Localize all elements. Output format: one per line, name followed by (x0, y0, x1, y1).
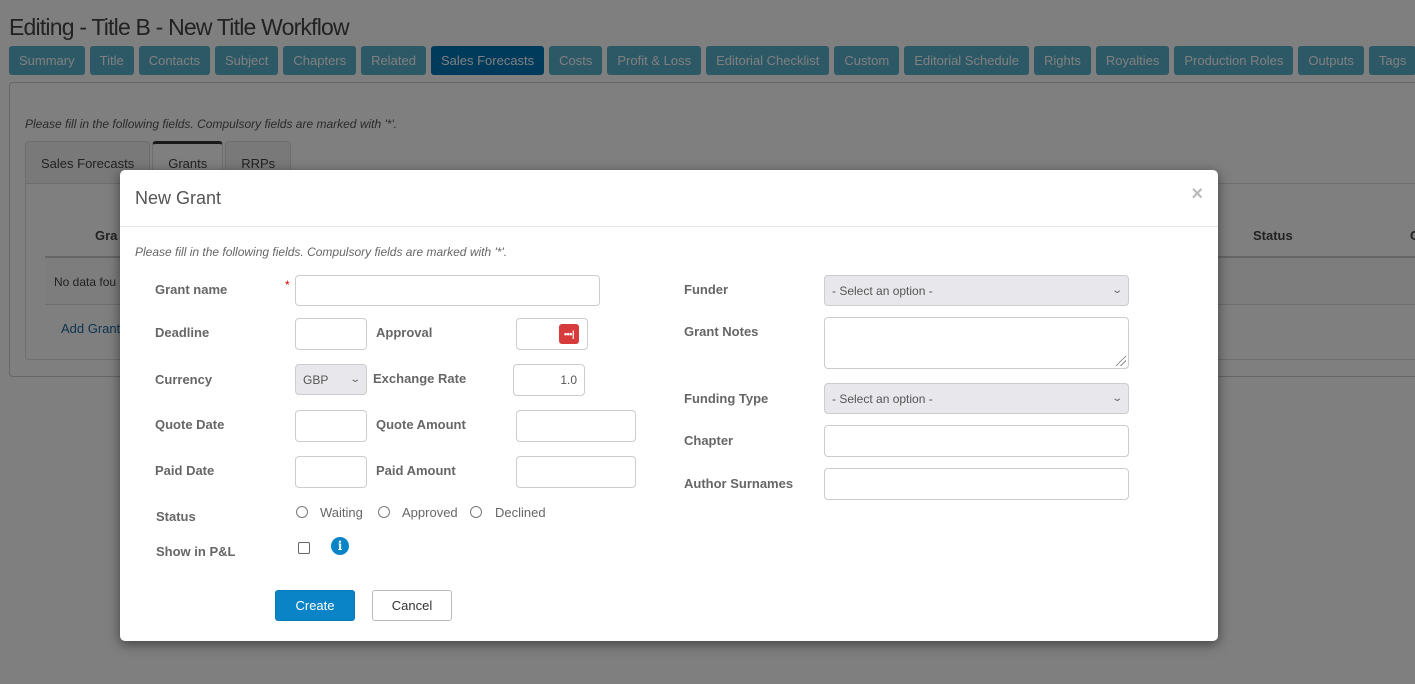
chevron-down-icon: ⌄ (348, 374, 361, 385)
modal-header: New Grant × (120, 170, 1218, 227)
create-button[interactable]: Create (275, 590, 355, 621)
paid-amount-label: Paid Amount (376, 463, 456, 478)
quote-amount-label: Quote Amount (376, 417, 466, 432)
info-icon[interactable]: i (331, 537, 349, 555)
show-in-pl-checkbox[interactable] (298, 542, 310, 554)
quote-date-label: Quote Date (155, 417, 225, 432)
grant-notes-textarea[interactable] (824, 317, 1129, 369)
paid-date-input[interactable] (295, 456, 367, 488)
status-waiting-label[interactable]: Waiting (320, 505, 363, 520)
modal-instructions: Please fill in the following fields. Com… (135, 245, 508, 259)
chevron-down-icon: ⌄ (1110, 285, 1123, 296)
deadline-label: Deadline (155, 325, 210, 340)
quote-amount-input[interactable] (516, 410, 636, 442)
currency-value: GBP (303, 372, 329, 387)
cancel-button[interactable]: Cancel (372, 590, 452, 621)
author-surnames-label: Author Surnames (684, 476, 794, 491)
status-approved-label[interactable]: Approved (402, 505, 458, 520)
new-grant-modal: New Grant × Please fill in the following… (120, 170, 1218, 641)
exchange-rate-label: Exchange Rate (373, 371, 467, 386)
chapter-input[interactable] (824, 425, 1129, 457)
funder-label: Funder (684, 282, 729, 297)
chapter-label: Chapter (684, 433, 734, 448)
paid-date-label: Paid Date (155, 463, 215, 478)
quote-date-input[interactable] (295, 410, 367, 442)
funding-type-value: - Select an option - (832, 391, 933, 406)
deadline-input[interactable] (295, 318, 367, 350)
currency-select[interactable]: GBP ⌄ (295, 364, 367, 395)
grant-notes-label: Grant Notes (684, 324, 759, 339)
resize-grip-icon[interactable] (1116, 356, 1126, 366)
approval-input[interactable]: •••| (516, 318, 588, 350)
close-icon[interactable]: × (1191, 184, 1203, 204)
grant-name-label: Grant name (155, 282, 228, 297)
show-in-pl-label: Show in P&L (156, 544, 236, 559)
funding-type-label: Funding Type (684, 391, 769, 406)
paid-amount-input[interactable] (516, 456, 636, 488)
modal-title: New Grant (135, 188, 222, 208)
status-label: Status (156, 509, 196, 524)
grant-name-input[interactable] (295, 275, 600, 306)
funder-value: - Select an option - (832, 283, 933, 298)
approval-label: Approval (376, 325, 433, 340)
currency-label: Currency (155, 372, 213, 387)
password-manager-icon[interactable]: •••| (559, 324, 579, 344)
funder-select[interactable]: - Select an option - ⌄ (824, 275, 1129, 306)
status-approved-radio[interactable] (378, 506, 390, 518)
status-declined-label[interactable]: Declined (495, 505, 546, 520)
required-marker: * (285, 278, 290, 292)
funding-type-select[interactable]: - Select an option - ⌄ (824, 383, 1129, 414)
status-declined-radio[interactable] (470, 506, 482, 518)
chevron-down-icon: ⌄ (1110, 393, 1123, 404)
exchange-rate-input[interactable] (513, 364, 585, 396)
status-waiting-radio[interactable] (296, 506, 308, 518)
author-surnames-input[interactable] (824, 468, 1129, 500)
